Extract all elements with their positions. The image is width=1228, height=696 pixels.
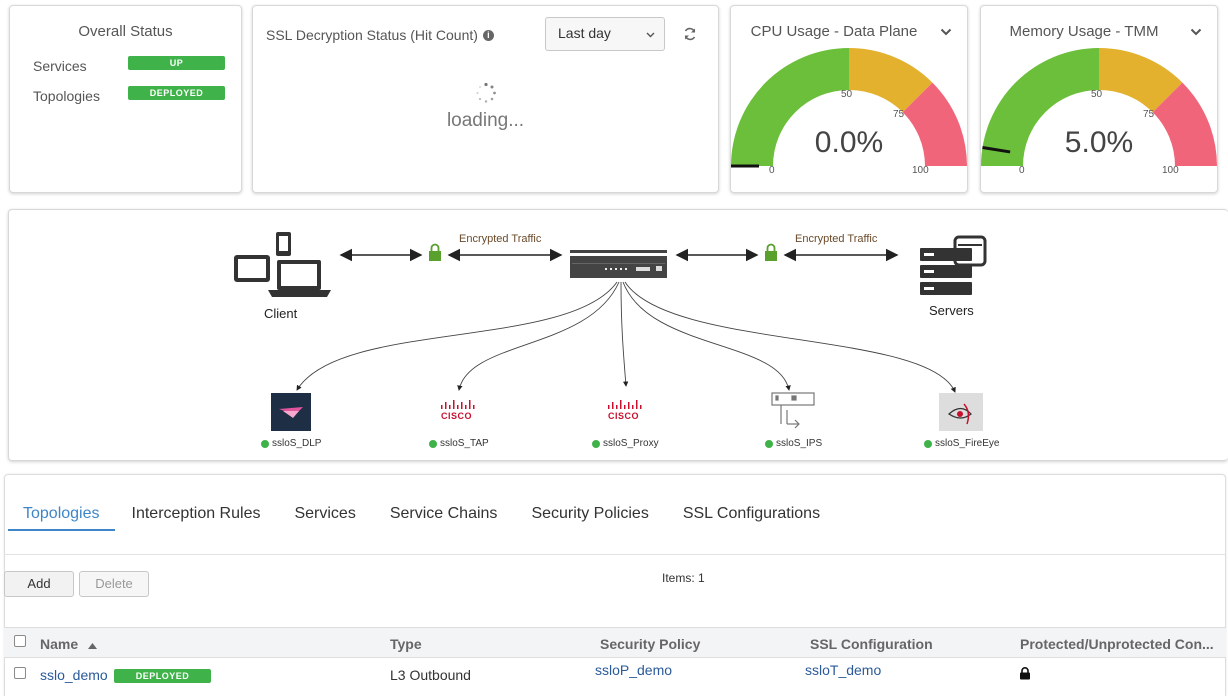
row-checkbox[interactable] [14,667,26,679]
services-label: Services [33,58,87,74]
tab-security-policies[interactable]: Security Policies [514,505,665,531]
cpu-gauge [731,48,967,168]
cpu-usage-card: CPU Usage - Data Plane 0.0% 50 75 0 100 [730,5,968,193]
status-dot [261,439,269,448]
info-icon[interactable]: i [482,29,494,41]
status-dot [592,439,600,448]
column-ssl-configuration[interactable]: SSL Configuration [810,636,933,652]
overall-status-card: Overall Status Services UP Topologies DE… [9,5,242,193]
service-name: ssloS_IPS [776,438,823,449]
tab-topologies[interactable]: Topologies [8,505,115,531]
gauge-tick-100: 100 [1162,165,1179,176]
memory-gauge [981,48,1217,166]
status-dot [924,439,932,448]
status-dot [429,439,437,448]
ips-icon [771,392,815,429]
cisco-icon [608,400,642,409]
time-range-select[interactable]: Last day [545,17,665,51]
ssl-configuration-link[interactable]: ssloT_demo [805,662,881,678]
tab-service-chains[interactable]: Service Chains [373,505,515,531]
gauge-tick-50: 50 [1091,89,1103,100]
config-tabs: Topologies Interception Rules Services S… [8,505,837,531]
select-all-checkbox[interactable] [14,635,26,647]
time-range-value: Last day [558,25,611,41]
service-name: ssloS_DLP [272,438,322,449]
service-node-proxy[interactable]: ssloS_Proxy [592,438,659,449]
tabs-divider [4,554,1226,555]
column-name-label: Name [40,636,79,652]
topologies-status-badge: DEPLOYED [128,86,225,100]
service-name: ssloS_Proxy [603,438,659,449]
encrypted-traffic-left-label: Encrypted Traffic [459,233,542,245]
memory-usage-value: 5.0% [1064,126,1134,159]
services-status-badge: UP [128,56,225,70]
servers-label: Servers [929,303,974,318]
cisco-icon [441,400,475,409]
gauge-tick-75: 75 [893,109,905,120]
dlp-icon [271,393,311,431]
gauge-tick-0: 0 [1019,165,1025,176]
cisco-logo-text: CISCO [608,411,640,421]
service-name: ssloS_TAP [440,438,489,449]
overall-status-title: Overall Status [78,23,173,40]
service-node-dlp[interactable]: ssloS_DLP [261,438,321,449]
service-node-tap[interactable]: ssloS_TAP [429,438,489,449]
tab-services[interactable]: Services [277,505,372,531]
topology-diagram-card: Client Servers Encrypted Traffic Encrypt… [8,209,1228,461]
add-button[interactable]: Add [4,571,74,597]
topology-name-link[interactable]: sslo_demo [40,667,108,683]
fireeye-icon [939,393,983,431]
items-count: Items: 1 [662,571,705,585]
loading-spinner-icon [476,82,496,103]
memory-usage-card: Memory Usage - TMM 5.0% 50 75 0 100 [980,5,1218,193]
client-label: Client [264,306,298,321]
status-badge: DEPLOYED [114,669,211,683]
tab-interception-rules[interactable]: Interception Rules [115,505,278,531]
ssl-decryption-title-text: SSL Decryption Status (Hit Count) [266,27,478,43]
service-node-fireeye[interactable]: ssloS_FireEye [924,438,999,449]
column-name[interactable]: Name [40,636,98,652]
gauge-tick-0: 0 [769,165,775,176]
lock-icon-left [429,243,441,261]
gauge-tick-75: 75 [1143,109,1155,120]
ssl-decryption-card: SSL Decryption Status (Hit Count) i Last… [252,5,719,193]
gauge-tick-100: 100 [912,165,929,176]
cisco-logo-text: CISCO [441,411,473,421]
chevron-down-icon [646,32,655,38]
gauge-tick-50: 50 [841,89,853,100]
encrypted-traffic-right-label: Encrypted Traffic [795,233,878,245]
security-policy-link[interactable]: ssloP_demo [595,662,672,678]
delete-button[interactable]: Delete [79,571,149,597]
lock-icon-right [765,243,777,261]
tab-ssl-configurations[interactable]: SSL Configurations [666,505,837,531]
cpu-usage-value: 0.0% [814,126,884,159]
column-protected-unprotected[interactable]: Protected/Unprotected Con... [1020,636,1214,652]
topologies-label: Topologies [33,88,100,104]
status-dot [765,439,773,448]
ssl-decryption-title: SSL Decryption Status (Hit Count) i [266,27,494,43]
client-devices-icon [234,232,331,297]
column-type[interactable]: Type [390,636,422,652]
topology-diagram [234,232,987,431]
loading-text: loading... [446,110,525,131]
column-security-policy[interactable]: Security Policy [600,636,700,652]
topology-type: L3 Outbound [390,667,471,683]
refresh-icon[interactable] [683,27,697,41]
service-name: ssloS_FireEye [935,438,1000,449]
lock-icon [1020,667,1030,680]
service-node-ips[interactable]: ssloS_IPS [765,438,822,449]
appliance-icon [570,250,667,278]
sort-ascending-icon [88,643,98,649]
servers-icon [920,235,987,295]
